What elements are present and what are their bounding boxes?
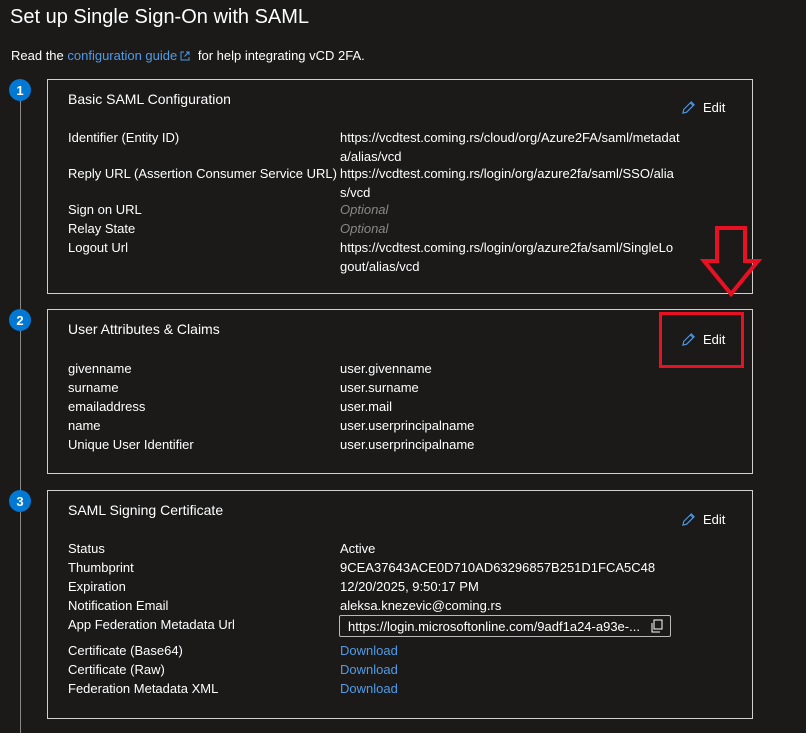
step-1-badge: 1 bbox=[9, 79, 31, 101]
field-row-relay-state: Relay State Optional bbox=[68, 221, 389, 236]
field-row-sign-on-url: Sign on URL Optional bbox=[68, 202, 389, 217]
copy-icon[interactable] bbox=[650, 619, 664, 633]
claim-row: surname user.surname bbox=[68, 380, 419, 395]
cert-row-base64: Certificate (Base64) Download bbox=[68, 641, 742, 660]
page-title: Set up Single Sign-On with SAML bbox=[10, 6, 310, 28]
steps-connector-line bbox=[20, 100, 21, 733]
saml-signing-certificate-card: SAML Signing Certificate Edit Status Acti… bbox=[47, 490, 753, 719]
download-base64-link[interactable]: Download bbox=[340, 641, 680, 660]
cert-row-notification-email: Notification Email aleksa.knezevic@coming… bbox=[68, 598, 502, 613]
down-arrow-annotation-icon bbox=[700, 226, 762, 297]
claim-row: emailaddress user.mail bbox=[68, 399, 393, 414]
configuration-guide-link[interactable]: configuration guide bbox=[67, 48, 177, 63]
field-row-logout-url: Logout Url https://vcdtest.coming.rs/logi… bbox=[68, 240, 674, 274]
cert-row-raw: Certificate (Raw) Download bbox=[68, 660, 742, 679]
external-link-icon bbox=[180, 51, 190, 61]
pencil-icon bbox=[682, 513, 695, 526]
intro-text: Read the configuration guide for help in… bbox=[11, 48, 365, 63]
claim-row: name user.userprincipalname bbox=[68, 418, 475, 433]
card-title: Basic SAML Configuration bbox=[68, 91, 231, 107]
claim-row: Unique User Identifier user.userprincipal… bbox=[68, 437, 475, 452]
download-raw-link[interactable]: Download bbox=[340, 660, 680, 679]
pencil-icon bbox=[682, 101, 695, 114]
cert-row-thumbprint: Thumbprint 9CEA37643ACE0D710AD63296857B25… bbox=[68, 560, 656, 575]
cert-row-federation-xml: Federation Metadata XML Download bbox=[68, 679, 742, 698]
field-row-reply-url: Reply URL (Assertion Consumer Service UR… bbox=[68, 166, 674, 200]
edit-basic-saml-button[interactable]: Edit bbox=[681, 100, 725, 115]
basic-saml-configuration-card: Basic SAML Configuration Edit Identifier… bbox=[47, 79, 753, 294]
cert-row-status: Status Active bbox=[68, 541, 376, 556]
step-3-badge: 3 bbox=[9, 490, 31, 512]
edit-certificate-button[interactable]: Edit bbox=[681, 512, 725, 527]
card-title: SAML Signing Certificate bbox=[68, 502, 224, 518]
card-title: User Attributes & Claims bbox=[68, 321, 220, 337]
download-federation-xml-link[interactable]: Download bbox=[340, 679, 680, 698]
field-row-identifier: Identifier (Entity ID) https://vcdtest.co… bbox=[68, 130, 680, 164]
claim-row: givenname user.givenname bbox=[68, 361, 432, 376]
step-2-badge: 2 bbox=[9, 309, 31, 331]
user-attributes-claims-card: User Attributes & Claims Edit givenname u… bbox=[47, 309, 753, 474]
metadata-url-field[interactable]: https://login.microsoftonline.com/9adf1a… bbox=[339, 615, 671, 637]
cert-row-expiration: Expiration 12/20/2025, 9:50:17 PM bbox=[68, 579, 479, 594]
highlight-box-annotation bbox=[659, 312, 744, 368]
